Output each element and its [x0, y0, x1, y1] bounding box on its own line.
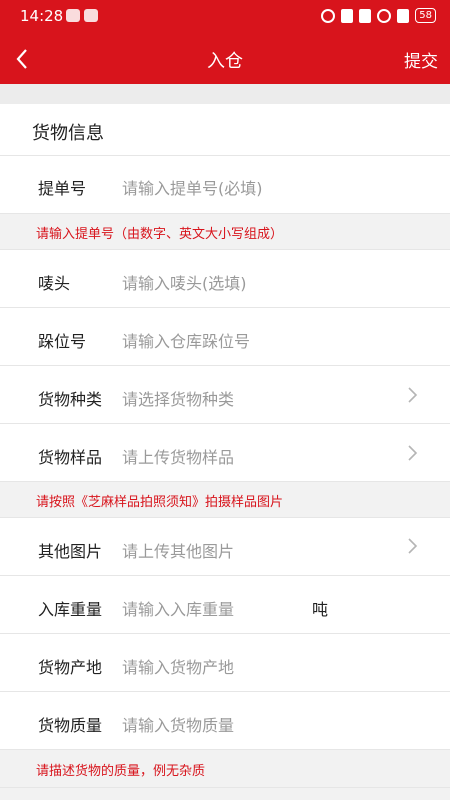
hint-sample: 请按照《芝麻样品拍照须知》拍摄样品图片: [0, 482, 450, 518]
bluetooth-icon: [359, 8, 372, 23]
sample-upload[interactable]: 请上传货物样品: [122, 444, 234, 468]
field-label: 入库重量: [38, 600, 103, 619]
hint-quality: 请描述货物的质量，例无杂质: [0, 750, 450, 788]
bill-no-input[interactable]: 请输入提单号(必填): [122, 175, 263, 199]
eye-icon: [321, 8, 336, 23]
section-title: 货物信息: [32, 123, 104, 144]
hint-bill-no: 请输入提单号（由数字、英文大小写组成）: [0, 214, 450, 250]
origin-input[interactable]: 请输入货物产地: [122, 654, 234, 678]
field-row-bill-no[interactable]: 提单号 请输入提单号(必填): [0, 156, 450, 214]
mark-input[interactable]: 请输入唛头(选填): [122, 270, 247, 294]
submit-button[interactable]: 提交: [404, 47, 438, 72]
field-label: 跺位号: [38, 332, 87, 351]
field-row-weight[interactable]: 入库重量 请输入入库重量 吨: [0, 576, 450, 634]
category-select[interactable]: 请选择货物种类: [122, 386, 234, 410]
top-divider: [0, 84, 450, 104]
field-label: 货物样品: [38, 448, 103, 467]
wifi-icon: [377, 8, 392, 23]
battery-icon: 58: [415, 8, 436, 23]
weight-input[interactable]: 请输入入库重量: [122, 596, 234, 620]
nav-bar: 入仓 提交: [0, 34, 450, 84]
status-time: 14:28: [20, 7, 64, 25]
section-header: 货物信息: [0, 104, 450, 156]
chevron-right-icon: [408, 445, 418, 461]
wechat-icon: [66, 9, 80, 22]
field-row-sample[interactable]: 货物样品 请上传货物样品: [0, 424, 450, 482]
field-row-origin[interactable]: 货物产地 请输入货物产地: [0, 634, 450, 692]
alert-icon: [397, 8, 410, 23]
field-row-category[interactable]: 货物种类 请选择货物种类: [0, 366, 450, 424]
status-bar: 14:28 58: [0, 0, 450, 34]
field-row-location[interactable]: 跺位号 请输入仓库跺位号: [0, 308, 450, 366]
location-input[interactable]: 请输入仓库跺位号: [122, 328, 250, 352]
field-row-quality[interactable]: 货物质量 请输入货物质量: [0, 692, 450, 750]
field-row-other-images[interactable]: 其他图片 请上传其他图片: [0, 518, 450, 576]
page-title: 入仓: [207, 51, 243, 72]
quality-input[interactable]: 请输入货物质量: [122, 712, 234, 736]
field-label: 货物质量: [38, 716, 103, 735]
nfc-icon: [341, 8, 354, 23]
weight-unit: 吨: [312, 600, 329, 619]
chevron-right-icon: [408, 387, 418, 403]
field-label: 其他图片: [38, 542, 103, 561]
other-images-upload[interactable]: 请上传其他图片: [122, 538, 234, 562]
field-label: 提单号: [38, 179, 87, 198]
field-label: 货物产地: [38, 658, 103, 677]
chevron-right-icon: [408, 538, 418, 554]
field-label: 唛头: [38, 274, 71, 293]
app-icon: [84, 9, 98, 22]
field-label: 货物种类: [38, 390, 103, 409]
field-row-mark[interactable]: 唛头 请输入唛头(选填): [0, 250, 450, 308]
